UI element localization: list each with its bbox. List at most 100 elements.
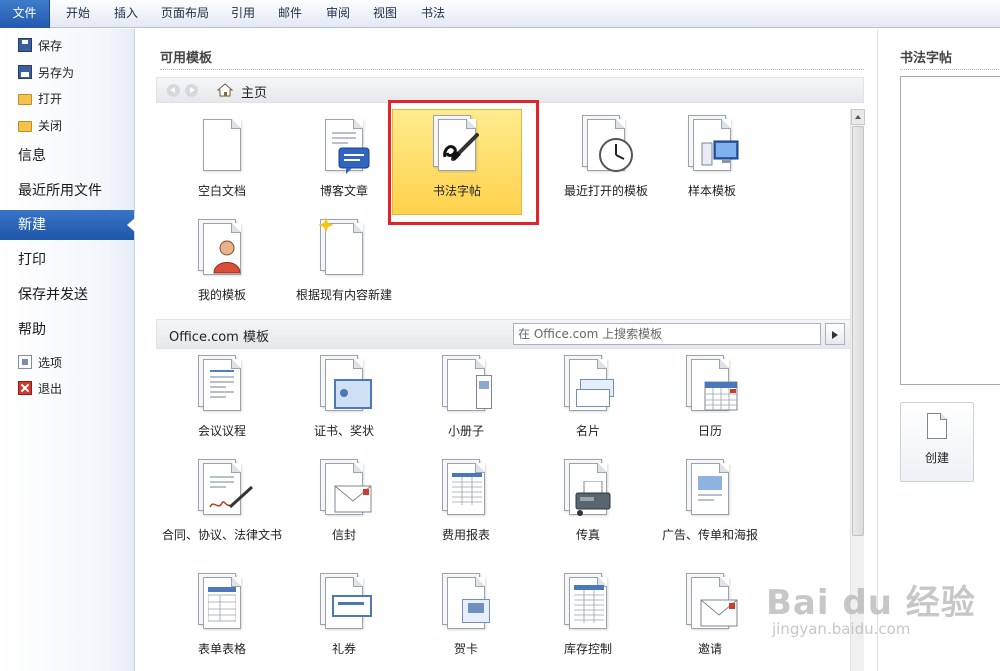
template-flyer[interactable]: 广告、传单和海报 [648,459,772,543]
template-label: 证书、奖状 [313,424,374,438]
nav-options-label: 选项 [38,355,63,370]
template-fax[interactable]: 传真 [526,459,650,543]
tab-view[interactable]: 视图 [373,0,397,28]
nav-save-send[interactable]: 保存并发送 [0,280,134,310]
exit-icon [18,381,32,395]
nav-info[interactable]: 信息 [0,141,134,171]
template-label: 礼券 [331,642,356,656]
tab-mailings[interactable]: 邮件 [278,0,302,28]
my-templates-icon [198,219,242,277]
template-label: 会议议程 [197,424,246,438]
template-form[interactable]: 表单表格 [160,573,284,657]
create-button-label: 创建 [924,451,949,465]
tab-references[interactable]: 引用 [231,0,255,28]
open-folder-icon [18,93,32,105]
options-icon [18,355,32,369]
template-brochure[interactable]: 小册子 [404,355,528,439]
divider [900,69,1000,70]
nav-exit-label: 退出 [38,381,63,396]
office-com-bar: Office.com 模板 [156,319,864,349]
tab-file[interactable]: 文件 [0,0,50,28]
template-envelope[interactable]: 信封 [282,459,406,543]
tab-home[interactable]: 开始 [66,0,90,28]
inventory-icon [564,573,608,631]
template-agenda[interactable]: 会议议程 [160,355,284,439]
template-label: 传真 [575,528,600,542]
close-folder-icon [18,120,32,132]
watermark-main-text: Bai du 经验 [766,583,976,623]
tab-page-layout[interactable]: 页面布局 [161,0,209,28]
nav-help[interactable]: 帮助 [0,315,134,345]
template-label: 我的模板 [197,288,246,302]
contract-icon [198,459,254,517]
scroll-thumb[interactable] [852,126,864,536]
template-label: 信封 [331,528,356,542]
template-certificate[interactable]: 证书、奖状 [282,355,406,439]
template-label: 库存控制 [563,642,612,656]
agenda-icon [198,355,242,413]
form-icon [198,573,242,631]
tab-calligraphy[interactable]: 书法 [421,0,445,28]
template-new-from-existing[interactable]: 根据现有内容新建 [282,217,406,303]
template-blank-document[interactable]: 空白文档 [160,119,284,199]
template-label: 书法字帖 [432,184,481,198]
envelope-icon [320,459,372,517]
template-label: 表单表格 [197,642,246,656]
nav-open[interactable]: 打开 [18,88,62,108]
baidu-watermark: Bai du 经验 jingyan.baidu.com [766,575,976,638]
nav-exit[interactable]: 退出 [18,378,62,398]
save-as-icon [18,65,32,79]
brochure-icon [442,355,492,413]
create-button[interactable]: 创建 [900,402,974,482]
nav-save-as[interactable]: 另存为 [18,62,74,82]
back-arrow-icon[interactable] [167,84,180,97]
template-gift-certificate[interactable]: 礼券 [282,573,406,657]
home-icon[interactable] [217,83,233,97]
greeting-card-icon [442,573,490,631]
template-calligraphy[interactable]: 书法字帖 [395,115,519,199]
nav-close[interactable]: 关闭 [18,115,62,135]
template-label: 样本模板 [687,184,736,198]
office-search-input[interactable] [513,323,821,345]
sample-templates-icon [688,115,739,173]
template-greeting-card[interactable]: 贺卡 [404,573,528,657]
scroll-up-arrow-icon[interactable] [851,109,865,125]
template-contract[interactable]: 合同、协议、法律文书 [160,459,284,543]
forward-arrow-icon[interactable] [185,84,198,97]
nav-new[interactable]: 新建 [0,210,135,240]
template-invitation[interactable]: 邀请 [648,573,772,657]
nav-recent[interactable]: 最近所用文件 [0,176,134,206]
calligraphy-icon [433,115,479,173]
search-go-arrow-icon[interactable] [825,323,845,345]
template-preview [900,76,1000,385]
template-calendar[interactable]: 日历 [648,355,772,439]
nav-save-as-label: 另存为 [38,65,75,80]
tab-insert[interactable]: 插入 [114,0,138,28]
breadcrumb-home[interactable]: 主页 [241,82,267,101]
certificate-icon [320,355,372,413]
calendar-icon [686,355,738,413]
template-label: 邀请 [697,642,722,656]
template-label: 贺卡 [453,642,478,656]
save-icon [18,38,32,52]
templates-pane: 可用模板 主页 空白文档 博客文章 书法字帖 最近打开的模板 样本模板 我的模板… [136,29,876,671]
tab-review[interactable]: 审阅 [326,0,350,28]
template-blog-post[interactable]: 博客文章 [282,119,406,199]
gift-certificate-icon [320,573,372,631]
template-label: 名片 [575,424,600,438]
nav-print[interactable]: 打印 [0,245,134,275]
nav-options[interactable]: 选项 [18,352,62,372]
template-my-templates[interactable]: 我的模板 [160,219,284,303]
nav-save[interactable]: 保存 [18,35,62,55]
divider [160,69,864,70]
template-label: 日历 [697,424,722,438]
nav-save-label: 保存 [38,38,63,53]
template-inventory[interactable]: 库存控制 [526,573,650,657]
template-expense-report[interactable]: 费用报表 [404,459,528,543]
nav-close-label: 关闭 [38,118,63,133]
template-business-card[interactable]: 名片 [526,355,650,439]
recent-templates-icon [582,115,633,173]
template-label: 根据现有内容新建 [295,288,392,302]
template-label: 博客文章 [319,184,368,198]
template-samples[interactable]: 样本模板 [650,115,774,199]
